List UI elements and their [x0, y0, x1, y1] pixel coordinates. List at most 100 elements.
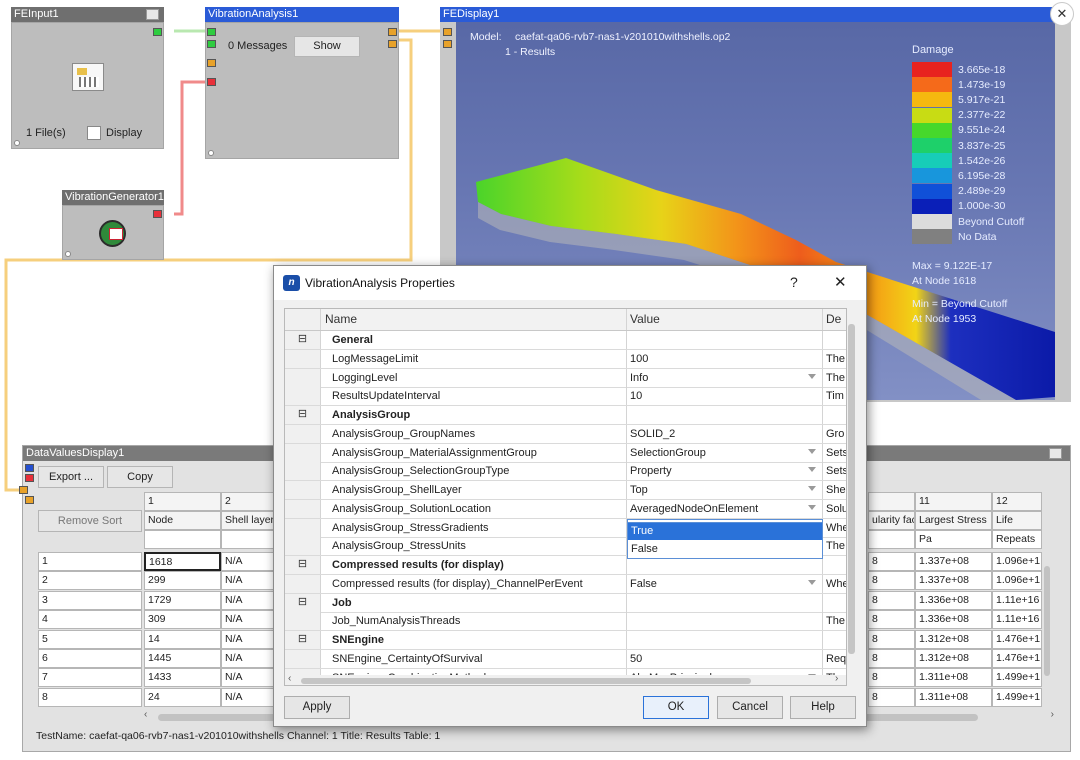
shell-layer-cell[interactable]: N/A — [221, 649, 281, 668]
vibration-generator-node[interactable]: VibrationGenerator1 — [62, 190, 164, 260]
collapse-icon[interactable]: ⊟ — [285, 331, 321, 349]
property-row[interactable]: LoggingLevel Info The — [285, 368, 846, 388]
life-cell[interactable]: 1.476e+1 — [992, 629, 1042, 649]
property-value[interactable]: SelectionGroup — [627, 443, 823, 462]
description-header[interactable]: De — [823, 309, 846, 330]
life-cell[interactable]: 1.476e+1 — [992, 649, 1042, 668]
input-port[interactable] — [207, 40, 216, 48]
shell-layer-cell[interactable]: N/A — [221, 571, 281, 591]
feinput-node[interactable]: FEInput1 1 File(s) Display — [11, 7, 164, 149]
input-port[interactable] — [25, 474, 34, 482]
largest-stress-cell[interactable]: 1.336e+08 — [915, 610, 992, 630]
input-port[interactable] — [19, 486, 28, 494]
vertical-scrollbar[interactable] — [847, 308, 857, 686]
scroll-right-icon[interactable]: › — [835, 673, 838, 684]
property-row[interactable]: AnalysisGroup_ShellLayer Top She — [285, 481, 846, 500]
property-row[interactable]: Compressed results (for display)_Channel… — [285, 574, 846, 594]
property-row[interactable]: ResultsUpdateInterval 10 Tim — [285, 387, 846, 407]
minimize-icon[interactable] — [1049, 448, 1062, 459]
property-group-row[interactable]: ⊟ AnalysisGroup — [285, 406, 846, 425]
life-cell[interactable]: 1.499e+1 — [992, 668, 1042, 688]
life-cell[interactable]: 1.499e+1 — [992, 687, 1042, 707]
cancel-button[interactable]: Cancel — [717, 696, 783, 719]
close-icon[interactable]: ✕ — [834, 273, 847, 291]
property-grid[interactable]: Name Value De ⊟ General LogMessageLimit 100… — [284, 308, 847, 686]
life-cell[interactable]: 1.11e+16 — [992, 590, 1042, 610]
help-icon[interactable]: ? — [790, 274, 798, 290]
copy-button[interactable]: Copy — [107, 466, 173, 488]
dropdown-arrow-icon[interactable] — [808, 373, 816, 379]
property-group-row[interactable]: ⊟ General — [285, 331, 846, 350]
dropdown-arrow-icon[interactable] — [808, 579, 816, 585]
dropdown-arrow-icon[interactable] — [808, 448, 816, 454]
column-header-largest-stress[interactable]: Largest Stress — [915, 511, 992, 530]
show-button[interactable]: Show — [294, 36, 360, 57]
singularity-factor-cell[interactable]: 8 — [868, 590, 915, 610]
property-value[interactable]: False — [627, 574, 823, 593]
shell-layer-cell[interactable]: N/A — [221, 552, 281, 571]
horizontal-scrollbar[interactable]: ‹ › — [285, 673, 846, 685]
row-index[interactable]: 2 — [38, 571, 142, 591]
property-row[interactable]: Job_NumAnalysisThreads The — [285, 612, 846, 632]
largest-stress-cell[interactable]: 1.337e+08 — [915, 571, 992, 591]
collapse-icon[interactable]: ⊟ — [285, 406, 321, 424]
column-header-node[interactable]: Node — [144, 511, 221, 530]
largest-stress-cell[interactable]: 1.312e+08 — [915, 629, 992, 649]
shell-layer-cell[interactable]: N/A — [221, 610, 281, 630]
row-index[interactable]: 6 — [38, 649, 142, 668]
property-row[interactable]: SNEngine_CertaintyOfSurvival 50 Req — [285, 649, 846, 669]
shell-layer-cell[interactable]: N/A — [221, 590, 281, 610]
largest-stress-cell[interactable]: 1.311e+08 — [915, 687, 992, 707]
singularity-factor-cell[interactable]: 8 — [868, 649, 915, 668]
collapse-icon[interactable]: ⊟ — [285, 556, 321, 574]
output-port[interactable] — [388, 40, 397, 48]
stress-gradients-dropdown-list[interactable]: True False — [627, 522, 823, 559]
name-header[interactable]: Name — [321, 309, 627, 330]
vertical-scrollbar[interactable] — [1044, 552, 1052, 707]
collapse-icon[interactable]: ⊟ — [285, 593, 321, 612]
row-index[interactable]: 1 — [38, 552, 142, 571]
shell-layer-cell[interactable]: N/A — [221, 629, 281, 649]
property-row[interactable]: AnalysisGroup_MaterialAssignmentGroup Sel… — [285, 443, 846, 463]
output-port[interactable] — [153, 28, 162, 36]
scroll-left-icon[interactable]: ‹ — [288, 673, 291, 684]
vibration-analysis-node[interactable]: VibrationAnalysis1 0 Messages Show — [205, 7, 399, 159]
singularity-factor-cell[interactable]: 8 — [868, 552, 915, 571]
properties-dialog[interactable]: n VibrationAnalysis Properties ? ✕ Name … — [273, 265, 867, 727]
largest-stress-cell[interactable]: 1.311e+08 — [915, 668, 992, 688]
largest-stress-cell[interactable]: 1.337e+08 — [915, 552, 992, 571]
dropdown-arrow-icon[interactable] — [808, 467, 816, 473]
node-cell[interactable]: 299 — [144, 571, 221, 591]
input-port[interactable] — [25, 464, 34, 472]
input-port[interactable] — [207, 59, 216, 67]
life-cell[interactable]: 1.096e+1 — [992, 571, 1042, 591]
property-value[interactable] — [627, 612, 823, 631]
minimize-icon[interactable] — [146, 9, 159, 20]
window-close-button[interactable]: ✕ — [1050, 2, 1074, 26]
node-cell[interactable]: 1729 — [144, 590, 221, 610]
node-cell[interactable]: 24 — [144, 687, 221, 707]
output-port[interactable] — [153, 210, 162, 218]
scroll-right-icon[interactable]: › — [1051, 709, 1054, 720]
dropdown-option-true[interactable]: True — [628, 523, 822, 540]
largest-stress-cell[interactable]: 1.312e+08 — [915, 649, 992, 668]
display-checkbox[interactable] — [87, 126, 101, 140]
singularity-factor-cell[interactable]: 8 — [868, 571, 915, 591]
dropdown-arrow-icon[interactable] — [808, 504, 816, 510]
remove-sort-button[interactable]: Remove Sort — [38, 510, 142, 532]
singularity-factor-cell[interactable]: 8 — [868, 610, 915, 630]
property-value[interactable]: Property — [627, 462, 823, 481]
property-row[interactable]: AnalysisGroup_SolutionLocation AveragedNo… — [285, 499, 846, 519]
life-cell[interactable]: 1.11e+16 — [992, 610, 1042, 630]
input-port[interactable] — [25, 496, 34, 504]
input-port[interactable] — [443, 28, 452, 36]
node-cell[interactable]: 14 — [144, 629, 221, 649]
life-cell[interactable]: 1.096e+1 — [992, 552, 1042, 571]
property-value[interactable]: SOLID_2 — [627, 424, 823, 443]
input-port[interactable] — [443, 40, 452, 48]
node-cell[interactable]: 1445 — [144, 649, 221, 668]
singularity-factor-cell[interactable]: 8 — [868, 687, 915, 707]
scroll-left-icon[interactable]: ‹ — [144, 709, 147, 720]
input-port[interactable] — [207, 78, 216, 86]
export-button[interactable]: Export ... — [38, 466, 104, 488]
